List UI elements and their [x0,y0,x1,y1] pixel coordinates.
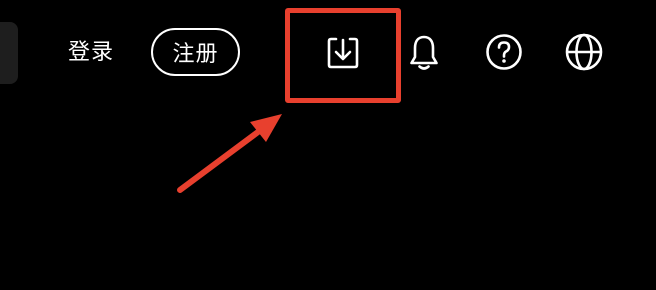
download-icon [323,32,363,72]
register-button[interactable]: 注册 [151,28,240,76]
login-link[interactable]: 登录 [68,35,114,71]
download-app-button[interactable] [321,30,365,74]
language-button[interactable] [562,30,606,74]
globe-icon [564,32,604,72]
left-panel-edge [0,22,18,84]
bell-icon [404,32,444,72]
notifications-button[interactable] [402,30,446,74]
help-icon [484,32,524,72]
help-button[interactable] [482,30,526,74]
register-button-label: 注册 [172,42,219,67]
